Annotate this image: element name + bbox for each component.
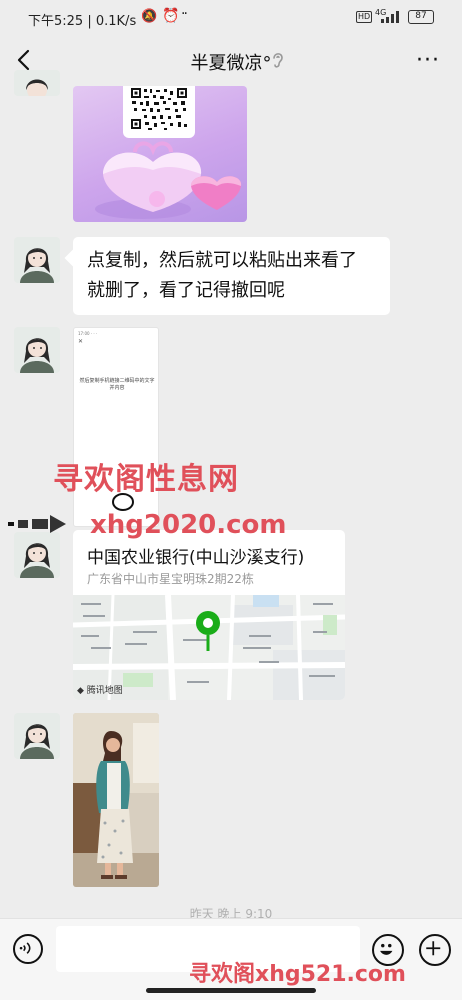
text-message-bubble[interactable]: 点复制，然后就可以粘贴出来看了 就删了，看了记得撤回呢 bbox=[73, 237, 390, 315]
chat-header: 半夏微凉° ··· bbox=[0, 36, 462, 84]
watermark-arrow-icon bbox=[8, 515, 66, 533]
battery-icon: 87 bbox=[408, 10, 434, 24]
qr-gift-image[interactable] bbox=[73, 86, 247, 222]
home-indicator[interactable] bbox=[146, 988, 316, 993]
plus-icon[interactable] bbox=[419, 934, 451, 966]
map-brand: ◆ 腾讯地图 bbox=[77, 686, 123, 696]
signal-icon bbox=[381, 11, 399, 23]
more-notifications-icon: ·· bbox=[181, 6, 188, 22]
hd-badge: HD bbox=[356, 11, 373, 23]
watermark-top: 寻欢阁性息网 bbox=[53, 462, 239, 497]
message-line: 点复制，然后就可以粘贴出来看了 bbox=[87, 250, 357, 271]
bell-mute-icon: 🔕 bbox=[141, 9, 158, 24]
chat-title: 半夏微凉° bbox=[190, 53, 272, 74]
screenshot-close-icon: ✕ bbox=[78, 338, 84, 345]
avatar[interactable] bbox=[14, 237, 60, 283]
location-card[interactable]: 中国农业银行(中山沙溪支行) 广东省中山市星宝明珠2期22栋 ◆ 腾讯地图 bbox=[73, 530, 345, 700]
input-bar: 寻欢阁xhg521.com bbox=[0, 918, 462, 1000]
voice-icon[interactable] bbox=[13, 934, 43, 964]
heart-gift-box-icon bbox=[95, 141, 242, 219]
alarm-icon: ⏰ bbox=[162, 8, 180, 24]
woman-photo[interactable] bbox=[73, 713, 159, 887]
avatar[interactable] bbox=[14, 532, 60, 578]
watermark-url: xhg2020.com bbox=[90, 510, 287, 540]
avatar[interactable] bbox=[14, 70, 60, 96]
watermark-bottom: 寻欢阁xhg521.com bbox=[189, 962, 406, 987]
status-bar: 下午5:25 | 0.1K/s 🔕 ⏰ ·· HD 4G 87 bbox=[0, 0, 462, 36]
location-address: 广东省中山市星宝明珠2期22栋 bbox=[87, 572, 254, 586]
status-time: 下午5:25 | 0.1K/s bbox=[28, 14, 137, 29]
message-line: 就删了，看了记得撤回呢 bbox=[87, 280, 285, 301]
location-name: 中国农业银行(中山沙溪支行) bbox=[87, 548, 305, 568]
screenshot-text: 然后复制手机链接二维码中的文字并内容 bbox=[79, 378, 155, 391]
qr-code bbox=[128, 86, 190, 132]
avatar[interactable] bbox=[14, 713, 60, 759]
more-icon[interactable]: ··· bbox=[416, 48, 440, 73]
avatar[interactable] bbox=[14, 327, 60, 373]
screenshot-status: 17:00 · · · bbox=[78, 331, 98, 336]
ear-icon bbox=[273, 53, 283, 68]
